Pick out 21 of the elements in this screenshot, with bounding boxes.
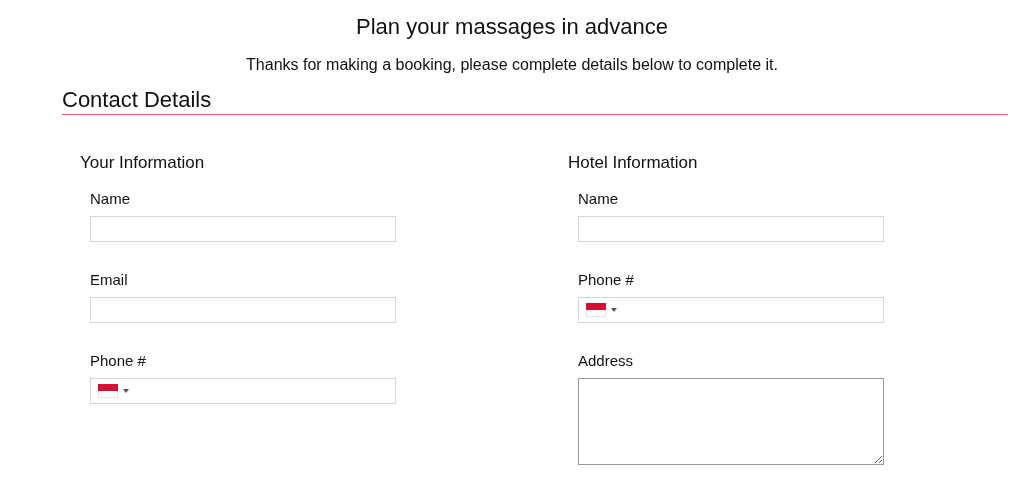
group-heading: Hotel Information: [568, 153, 698, 173]
phone-field[interactable]: [90, 378, 396, 404]
group-heading: Your Information: [80, 153, 205, 173]
page-title: Plan your massages in advance: [355, 13, 669, 41]
field-label: Address: [578, 352, 634, 370]
caret-icon: [123, 389, 129, 393]
field-label: Name: [90, 190, 130, 208]
flag-icon: [98, 384, 118, 398]
field-label: Phone #: [578, 271, 634, 289]
field-label: Name: [578, 190, 618, 208]
flag-icon: [586, 303, 606, 317]
section-heading: Contact Details: [62, 87, 212, 113]
field-label: Email: [90, 271, 128, 289]
input-field[interactable]: [578, 216, 884, 242]
address-field[interactable]: [578, 378, 884, 465]
field-label: Phone #: [90, 352, 146, 370]
input-field[interactable]: [90, 297, 396, 323]
intro-text: Thanks for making a booking, please complete details below to complete it.: [245, 55, 779, 75]
caret-icon: [611, 308, 617, 312]
input-field[interactable]: [90, 216, 396, 242]
phone-field[interactable]: [578, 297, 884, 323]
